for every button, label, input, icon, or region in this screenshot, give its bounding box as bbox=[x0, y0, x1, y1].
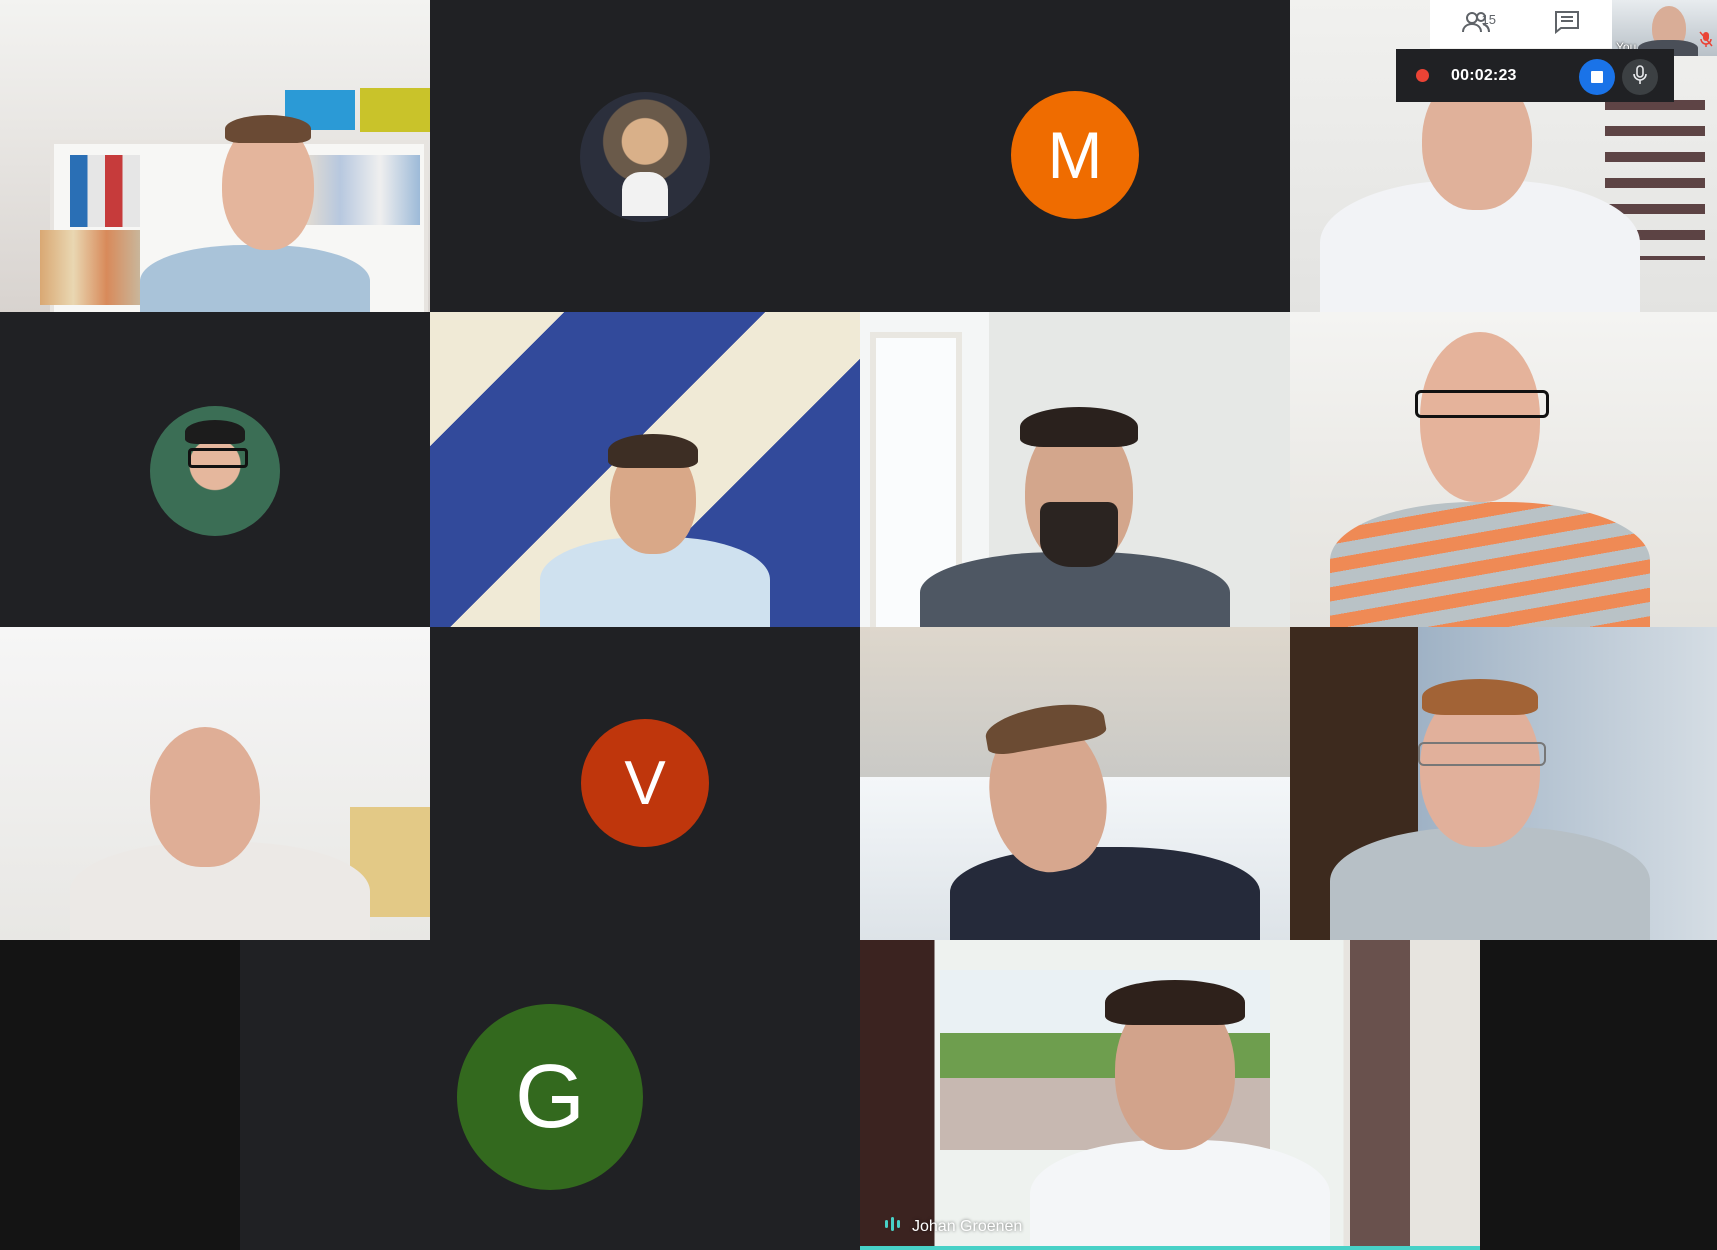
avatar-v: V bbox=[581, 719, 709, 847]
video-tile-active-speaker[interactable]: Johan Groenen bbox=[860, 940, 1480, 1250]
mic-off-icon bbox=[1699, 31, 1713, 52]
video-tile-participant-2[interactable] bbox=[430, 0, 860, 312]
stop-recording-button[interactable] bbox=[1579, 59, 1615, 95]
stop-icon bbox=[1591, 71, 1603, 83]
avatar-letter: G bbox=[514, 1046, 585, 1147]
video-tile-participant-7[interactable] bbox=[860, 312, 1290, 627]
mic-icon bbox=[1633, 64, 1647, 90]
avatar-letter: M bbox=[1047, 118, 1103, 192]
participant-photo-avatar bbox=[150, 406, 280, 536]
video-tile-participant-1[interactable] bbox=[0, 0, 430, 312]
avatar-g: G bbox=[457, 1004, 643, 1190]
avatar-m: M bbox=[1011, 91, 1139, 219]
participants-button[interactable]: 15 bbox=[1446, 2, 1506, 46]
chat-button[interactable] bbox=[1537, 2, 1597, 46]
video-tile-participant-13[interactable]: G bbox=[240, 940, 860, 1250]
mic-button[interactable] bbox=[1622, 59, 1658, 95]
video-tile-participant-12[interactable] bbox=[1290, 627, 1717, 940]
participant-count: 15 bbox=[1481, 12, 1496, 27]
avatar-letter: V bbox=[624, 748, 666, 818]
video-tile-participant-5[interactable] bbox=[0, 312, 430, 627]
chat-icon bbox=[1554, 10, 1580, 39]
video-tile-participant-9[interactable] bbox=[0, 627, 430, 940]
audio-level-icon bbox=[884, 1217, 902, 1236]
video-tile-participant-11[interactable] bbox=[860, 627, 1290, 940]
meeting-toolbar: 15 bbox=[1430, 0, 1612, 48]
speaker-name-label: Johan Groenen bbox=[884, 1217, 1022, 1236]
recording-time: 00:02:23 bbox=[1451, 66, 1517, 84]
recording-indicator bbox=[1416, 69, 1429, 82]
video-tile-participant-3[interactable]: M bbox=[860, 0, 1290, 312]
speaker-name: Johan Groenen bbox=[912, 1217, 1023, 1235]
self-view-thumbnail[interactable]: You bbox=[1612, 0, 1717, 56]
video-tile-participant-6[interactable] bbox=[430, 312, 860, 627]
recording-panel: 00:02:23 bbox=[1396, 49, 1674, 102]
participant-photo-avatar bbox=[580, 92, 710, 222]
speaking-indicator-bar bbox=[860, 1246, 1480, 1250]
video-tile-participant-8[interactable] bbox=[1290, 312, 1717, 627]
video-tile-participant-10[interactable]: V bbox=[430, 627, 860, 940]
